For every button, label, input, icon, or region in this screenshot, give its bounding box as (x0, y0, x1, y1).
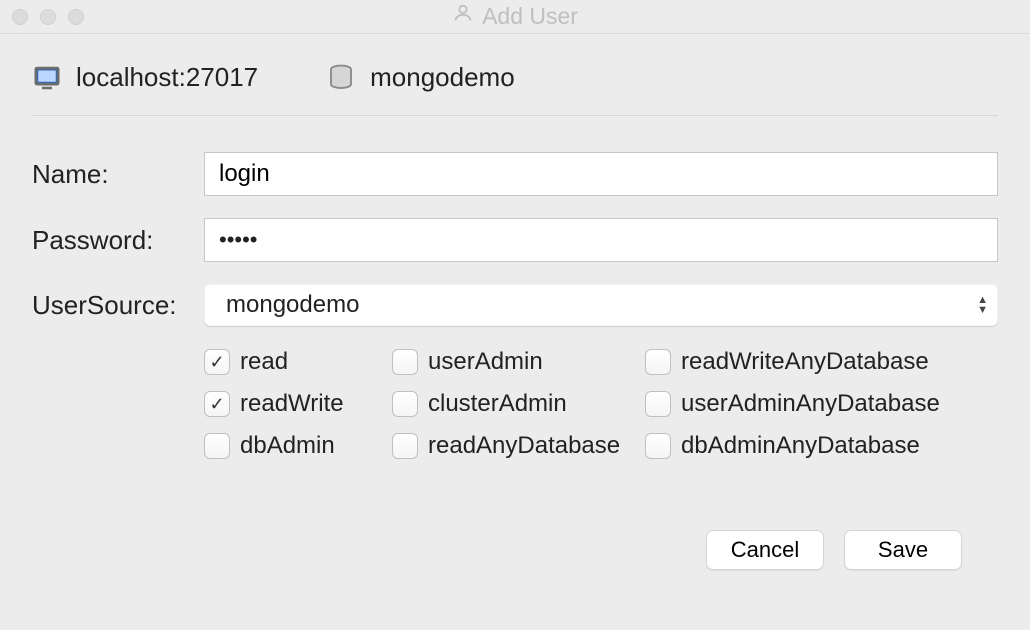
checkbox-icon (645, 391, 671, 417)
database-label: mongodemo (370, 62, 515, 93)
host-label: localhost:27017 (76, 62, 258, 93)
window-controls (12, 9, 84, 25)
roles-grid: ✓ read userAdmin readWriteAnyDatabase ✓ … (204, 348, 998, 460)
checkbox-icon (645, 433, 671, 459)
database-icon (326, 63, 356, 93)
role-readwriteanydatabase[interactable]: readWriteAnyDatabase (645, 348, 998, 376)
role-useradminanydatabase[interactable]: userAdminAnyDatabase (645, 390, 998, 418)
checkbox-icon (204, 433, 230, 459)
monitor-icon (32, 63, 62, 93)
role-read[interactable]: ✓ read (204, 348, 384, 376)
window-title: Add User (482, 3, 578, 30)
role-readanydatabase[interactable]: readAnyDatabase (392, 432, 637, 460)
role-label: userAdminAnyDatabase (681, 390, 940, 418)
usersource-value: mongodemo (204, 284, 998, 326)
role-label: clusterAdmin (428, 390, 567, 418)
checkbox-icon: ✓ (204, 391, 230, 417)
role-label: dbAdminAnyDatabase (681, 432, 920, 460)
checkbox-icon (392, 349, 418, 375)
checkbox-icon (392, 433, 418, 459)
breadcrumb: localhost:27017 mongodemo (32, 62, 998, 116)
zoom-window-icon[interactable] (68, 9, 84, 25)
usersource-label: UserSource: (32, 290, 204, 321)
minimize-window-icon[interactable] (40, 9, 56, 25)
usersource-select[interactable]: mongodemo ▲ ▼ (204, 284, 998, 326)
role-label: readWrite (240, 390, 344, 418)
cancel-button[interactable]: Cancel (706, 530, 824, 570)
name-label: Name: (32, 159, 204, 190)
close-window-icon[interactable] (12, 9, 28, 25)
checkbox-icon (645, 349, 671, 375)
name-input[interactable] (204, 152, 998, 196)
role-label: readAnyDatabase (428, 432, 620, 460)
checkbox-icon (392, 391, 418, 417)
role-label: dbAdmin (240, 432, 335, 460)
save-button[interactable]: Save (844, 530, 962, 570)
role-clusteradmin[interactable]: clusterAdmin (392, 390, 637, 418)
role-label: readWriteAnyDatabase (681, 348, 929, 376)
checkbox-icon: ✓ (204, 349, 230, 375)
role-dbadmin[interactable]: dbAdmin (204, 432, 384, 460)
password-input[interactable]: ••••• (204, 218, 998, 262)
add-user-icon (452, 2, 474, 31)
role-readwrite[interactable]: ✓ readWrite (204, 390, 384, 418)
role-useradmin[interactable]: userAdmin (392, 348, 637, 376)
role-label: read (240, 348, 288, 376)
role-dbadminanydatabase[interactable]: dbAdminAnyDatabase (645, 432, 998, 460)
dialog-footer: Cancel Save (32, 530, 998, 570)
password-label: Password: (32, 225, 204, 256)
window-titlebar: Add User (0, 0, 1030, 34)
role-label: userAdmin (428, 348, 543, 376)
